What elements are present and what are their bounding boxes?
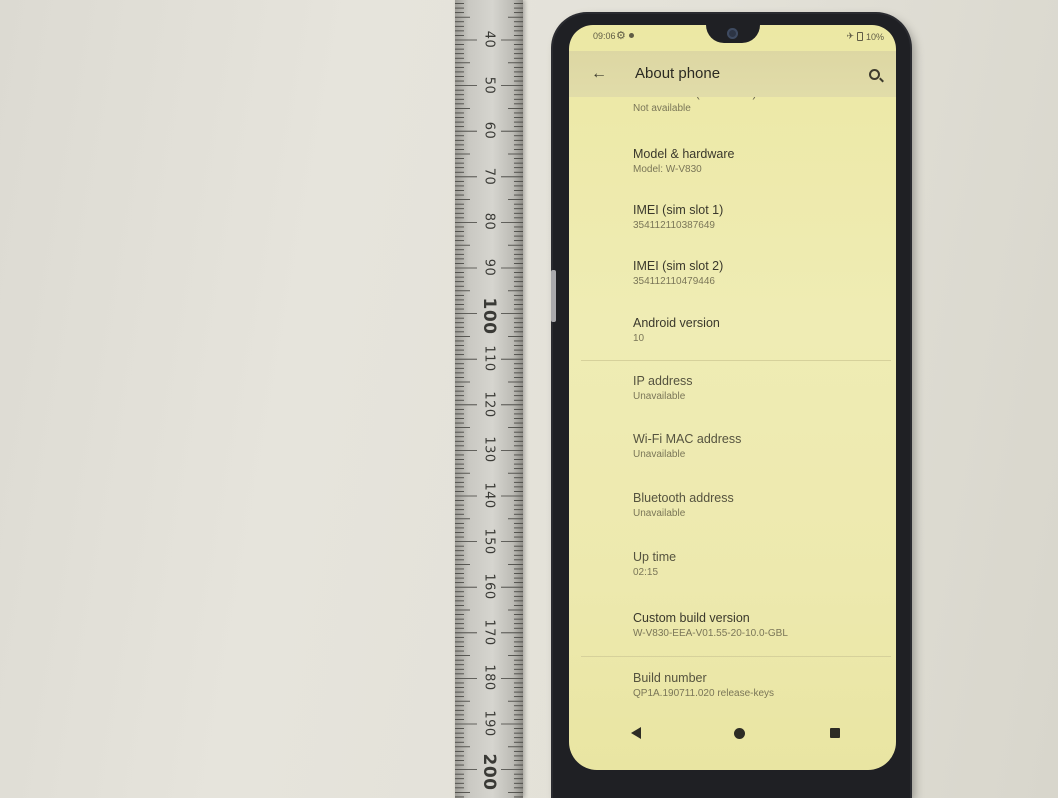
setting-bluetooth-address[interactable]: Bluetooth address Unavailable [633,490,883,521]
setting-subtitle: W-V830-EEA-V01.55-20-10.0-GBL [633,628,788,639]
nav-back-icon[interactable] [631,727,641,739]
notification-dot-icon [629,33,634,38]
ruler-label: 130 [481,436,497,464]
setting-title: Model & hardware [633,147,735,161]
nav-home-icon[interactable] [734,728,745,739]
ruler-label: 70 [481,167,497,186]
setting-imei-slot-2[interactable]: IMEI (sim slot 2) 354112110479446 [633,258,883,289]
ruler-label: 150 [481,527,497,555]
setting-title: IMEI (sim slot 2) [633,259,724,273]
setting-subtitle: 354112110387649 [633,220,715,231]
status-time: 09:06 [593,31,616,41]
ruler-label: 50 [481,76,497,94]
setting-ip-address[interactable]: IP address Unavailable [633,373,883,404]
setting-subtitle: QP1A.190711.020 release-keys [633,688,775,699]
ruler-label: 110 [481,345,497,372]
setting-title: Bluetooth address [633,491,734,505]
app-bar: ← About phone [569,51,896,97]
setting-wifi-mac-address[interactable]: Wi-Fi MAC address Unavailable [633,431,883,462]
ruler-label: 90 [481,258,497,277]
phone-screen: 09:06 ⚙ ✈ 10% SIM status (sim slot 2) No… [569,25,896,770]
phone-side-button [551,270,556,322]
battery-percent: 10% [865,31,884,42]
ruler-label: 60 [481,121,497,140]
setting-subtitle: Not available [633,103,691,114]
page-title: About phone [635,65,721,82]
back-arrow-icon[interactable]: ← [591,65,607,83]
ruler-label: 40 [481,30,497,49]
ruler-label: 140 [481,482,497,509]
section-divider [581,360,891,361]
search-icon[interactable] [869,69,880,80]
setting-model-hardware[interactable]: Model & hardware Model: W-V830 [633,146,883,177]
setting-title: Up time [633,550,677,564]
navigation-bar [569,713,896,753]
setting-title: IP address [633,374,693,388]
ruler-label: 100 [479,297,499,335]
setting-custom-build-version[interactable]: Custom build version W-V830-EEA-V01.55-2… [633,610,883,641]
setting-title: IMEI (sim slot 1) [633,203,724,217]
section-divider [581,656,891,657]
ruler-label: 190 [481,710,497,737]
ruler-label: 200 [479,753,499,791]
nav-recents-icon[interactable] [830,728,840,738]
status-right-group: ✈ 10% [846,31,884,42]
setting-build-number[interactable]: Build number QP1A.190711.020 release-key… [633,670,883,701]
setting-android-version[interactable]: Android version 10 [633,315,883,346]
ruler-label: 180 [481,664,497,692]
gear-icon: ⚙ [616,30,626,42]
ruler-label: 80 [481,213,497,231]
battery-icon [856,32,863,41]
ruler-label: 170 [481,619,497,646]
setting-subtitle: Unavailable [633,449,686,460]
setting-title: Android version [633,316,720,330]
ruler-label: 120 [481,391,497,418]
setting-title: Build number [633,671,707,685]
status-bar: 09:06 ⚙ ✈ 10% [569,25,896,47]
setting-imei-slot-1[interactable]: IMEI (sim slot 1) 354112110387649 [633,202,883,233]
setting-title: Wi-Fi MAC address [633,432,742,446]
setting-title: Custom build version [633,611,750,625]
setting-subtitle: 02:15 [633,567,659,578]
charging-bolt-icon: ✈ [846,31,854,41]
setting-subtitle: Unavailable [633,508,686,519]
setting-subtitle: Model: W-V830 [633,164,702,175]
ruler-label: 160 [481,573,497,600]
setting-subtitle: 354112110479446 [633,276,715,287]
setting-subtitle: 10 [633,333,645,344]
setting-up-time[interactable]: Up time 02:15 [633,549,883,580]
setting-subtitle: Unavailable [633,391,686,402]
